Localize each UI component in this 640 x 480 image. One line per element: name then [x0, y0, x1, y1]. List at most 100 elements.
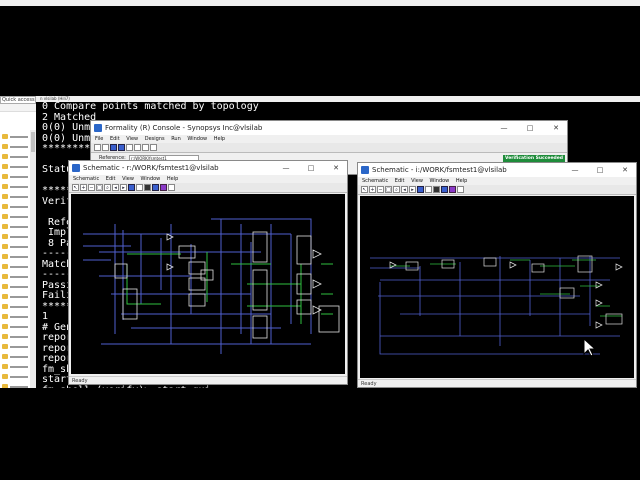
- menu-run[interactable]: Run: [171, 136, 181, 142]
- folder-label[interactable]: [10, 366, 28, 368]
- zoom-fit-icon[interactable]: □: [385, 186, 392, 193]
- cut-icon[interactable]: [433, 186, 440, 193]
- folder-label[interactable]: [10, 196, 28, 198]
- menu-schematic[interactable]: Schematic: [73, 176, 99, 182]
- verify-icon[interactable]: [142, 144, 149, 151]
- folder-icon[interactable]: [2, 154, 8, 159]
- folder-label[interactable]: [10, 186, 28, 188]
- highlight-icon[interactable]: [449, 186, 456, 193]
- folder-icon[interactable]: [2, 134, 8, 139]
- menu-help[interactable]: Help: [214, 136, 225, 142]
- maximize-button[interactable]: □: [593, 163, 607, 177]
- folder-icon[interactable]: [2, 264, 8, 269]
- find-icon[interactable]: [136, 184, 143, 191]
- folder-label[interactable]: [10, 346, 28, 348]
- folder-icon[interactable]: [2, 224, 8, 229]
- menu-view[interactable]: View: [122, 176, 134, 182]
- highlight-icon[interactable]: [160, 184, 167, 191]
- folder-icon[interactable]: [2, 184, 8, 189]
- folder-label[interactable]: [10, 256, 28, 258]
- minimize-button[interactable]: —: [568, 163, 582, 177]
- menu-help[interactable]: Help: [167, 176, 178, 182]
- properties-icon[interactable]: [152, 184, 159, 191]
- folder-label[interactable]: [10, 236, 28, 238]
- minimize-button[interactable]: —: [497, 121, 511, 135]
- zoom-out-icon[interactable]: −: [88, 184, 95, 191]
- zoom-in-icon[interactable]: +: [80, 184, 87, 191]
- folder-icon[interactable]: [2, 174, 8, 179]
- debug-icon[interactable]: [150, 144, 157, 151]
- setup-icon[interactable]: [126, 144, 133, 151]
- zoom-out-icon[interactable]: −: [377, 186, 384, 193]
- folder-label[interactable]: [10, 356, 28, 358]
- folder-icon[interactable]: [2, 354, 8, 359]
- menu-file[interactable]: File: [95, 136, 103, 142]
- folder-icon[interactable]: [2, 204, 8, 209]
- back-icon[interactable]: ◂: [401, 186, 408, 193]
- menu-view[interactable]: View: [126, 136, 138, 142]
- schematic-window-reference[interactable]: Schematic - r:/WORK/fsmtest1@vlsilab — □…: [68, 160, 348, 385]
- folder-icon[interactable]: [2, 274, 8, 279]
- folder-label[interactable]: [10, 286, 28, 288]
- schematic-left-canvas[interactable]: [71, 194, 345, 374]
- folder-label[interactable]: [10, 296, 28, 298]
- open-icon[interactable]: [94, 144, 101, 151]
- save-icon[interactable]: [102, 144, 109, 151]
- forward-icon[interactable]: ▸: [409, 186, 416, 193]
- cut-icon[interactable]: [144, 184, 151, 191]
- menu-window[interactable]: Window: [141, 176, 161, 182]
- select-icon[interactable]: ↖: [72, 184, 79, 191]
- menu-schematic[interactable]: Schematic: [362, 178, 388, 184]
- forward-icon[interactable]: ▸: [120, 184, 127, 191]
- menu-edit[interactable]: Edit: [395, 178, 405, 184]
- folder-icon[interactable]: [2, 384, 8, 388]
- print-icon[interactable]: [457, 186, 464, 193]
- folder-icon[interactable]: [2, 254, 8, 259]
- match-icon[interactable]: [134, 144, 141, 151]
- close-button[interactable]: ✕: [549, 121, 563, 135]
- menu-help[interactable]: Help: [456, 178, 467, 184]
- reference-icon[interactable]: [110, 144, 117, 151]
- folder-label[interactable]: [10, 206, 28, 208]
- schematic-left-titlebar[interactable]: Schematic - r:/WORK/fsmtest1@vlsilab — □…: [69, 161, 347, 175]
- folder-label[interactable]: [10, 136, 28, 138]
- menu-edit[interactable]: Edit: [110, 136, 120, 142]
- maximize-button[interactable]: □: [304, 161, 318, 175]
- back-icon[interactable]: ◂: [112, 184, 119, 191]
- folder-label[interactable]: [10, 166, 28, 168]
- select-icon[interactable]: ↖: [361, 186, 368, 193]
- folder-icon[interactable]: [2, 234, 8, 239]
- quick-access-search[interactable]: Quick access: [0, 96, 36, 104]
- find-icon[interactable]: [425, 186, 432, 193]
- zoom-in-icon[interactable]: +: [369, 186, 376, 193]
- minimize-button[interactable]: —: [279, 161, 293, 175]
- folder-icon[interactable]: [2, 334, 8, 339]
- folder-icon[interactable]: [2, 214, 8, 219]
- folder-label[interactable]: [10, 156, 28, 158]
- cell-icon[interactable]: [417, 186, 424, 193]
- zoom-area-icon[interactable]: ⌕: [104, 184, 111, 191]
- folder-label[interactable]: [10, 276, 28, 278]
- folder-label[interactable]: [10, 226, 28, 228]
- folder-label[interactable]: [10, 216, 28, 218]
- folder-label[interactable]: [10, 386, 28, 388]
- close-button[interactable]: ✕: [329, 161, 343, 175]
- cell-icon[interactable]: [128, 184, 135, 191]
- folder-icon[interactable]: [2, 194, 8, 199]
- menu-view[interactable]: View: [411, 178, 423, 184]
- zoom-fit-icon[interactable]: □: [96, 184, 103, 191]
- folder-icon[interactable]: [2, 244, 8, 249]
- folder-icon[interactable]: [2, 144, 8, 149]
- menu-designs[interactable]: Designs: [145, 136, 165, 142]
- folder-icon[interactable]: [2, 324, 8, 329]
- folder-label[interactable]: [10, 376, 28, 378]
- folder-label[interactable]: [10, 316, 28, 318]
- folder-icon[interactable]: [2, 304, 8, 309]
- folder-icon[interactable]: [2, 164, 8, 169]
- maximize-button[interactable]: □: [523, 121, 537, 135]
- scroll-thumb[interactable]: [31, 132, 35, 152]
- folder-icon[interactable]: [2, 374, 8, 379]
- folder-label[interactable]: [10, 266, 28, 268]
- folder-icon[interactable]: [2, 314, 8, 319]
- folder-label[interactable]: [10, 306, 28, 308]
